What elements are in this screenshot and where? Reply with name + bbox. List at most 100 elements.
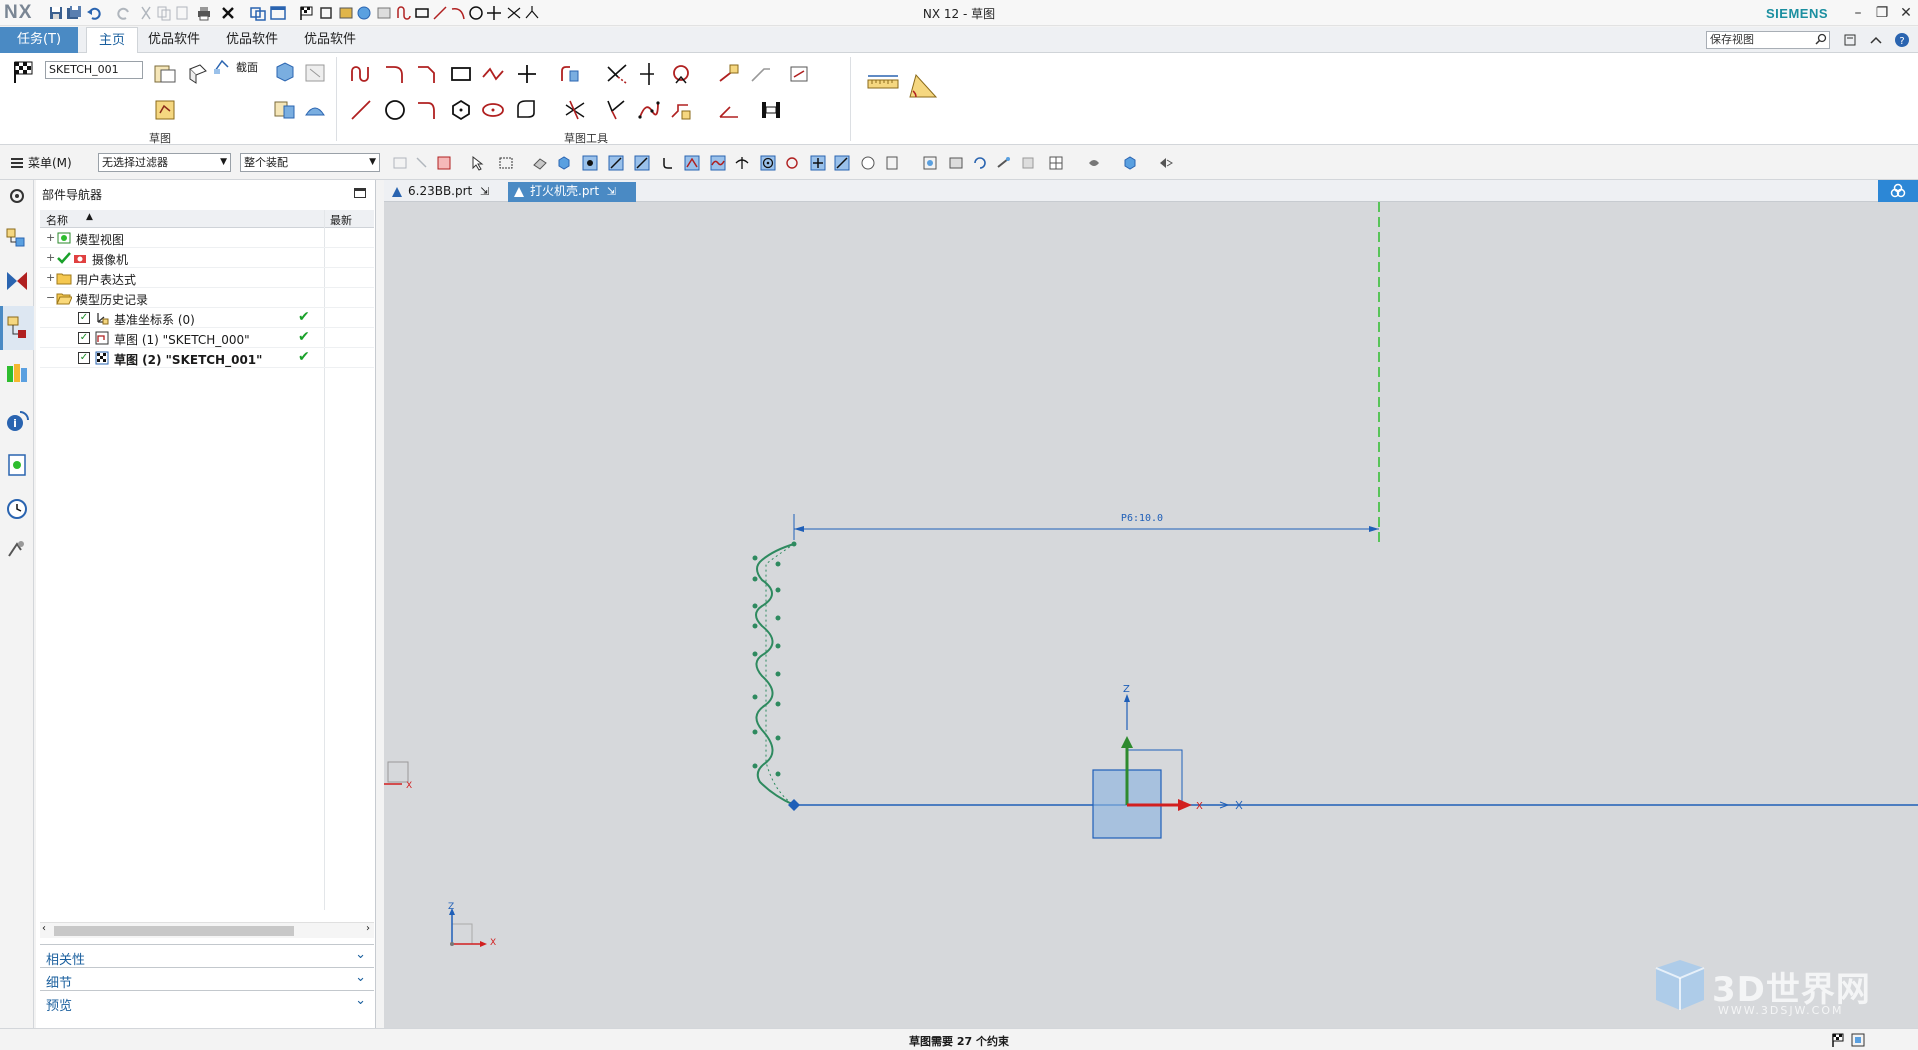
existing-point-icon[interactable] xyxy=(710,155,726,171)
expand-icon[interactable]: + xyxy=(46,231,55,244)
orient-to-sketch-icon[interactable] xyxy=(152,61,178,87)
point-constructor-icon[interactable] xyxy=(860,155,876,171)
saved-view-search-input[interactable]: 保存视图 xyxy=(1706,31,1830,49)
project-curve-icon[interactable] xyxy=(602,97,628,123)
web-browser-icon[interactable]: i xyxy=(4,408,30,434)
image-icon[interactable] xyxy=(376,5,392,21)
perspective-icon[interactable] xyxy=(1020,155,1036,171)
visibility-checkbox[interactable]: ✓ xyxy=(78,312,90,324)
snap-grid-icon[interactable] xyxy=(582,155,598,171)
trim-icon[interactable] xyxy=(506,5,522,21)
menu-icon[interactable] xyxy=(10,156,24,170)
sketch-name-select[interactable]: SKETCH_001 xyxy=(45,61,143,79)
orient-view-icon[interactable] xyxy=(1122,155,1138,171)
selection-filter-select[interactable]: 无选择过滤器 ▼ xyxy=(98,153,231,172)
polygon-icon[interactable] xyxy=(448,97,474,123)
update-icon[interactable] xyxy=(302,97,328,123)
conic-icon[interactable] xyxy=(514,97,540,123)
profile-icon[interactable] xyxy=(396,5,412,21)
sketch-status-flag-icon[interactable] xyxy=(1830,1032,1846,1048)
make-corner-icon[interactable] xyxy=(668,61,694,87)
tree-item-model-views[interactable]: + 模型视图 xyxy=(40,228,374,248)
save-icon[interactable] xyxy=(48,5,64,21)
sort-ascending-icon[interactable]: ▲ xyxy=(86,212,93,222)
assembly-navigator-icon[interactable] xyxy=(4,226,30,252)
part-navigator-icon[interactable] xyxy=(4,314,30,340)
dimension-label[interactable]: P6:10.0 xyxy=(1121,513,1163,524)
expand-icon[interactable]: + xyxy=(46,251,55,264)
delete-icon[interactable] xyxy=(220,5,236,21)
arc-center-icon[interactable] xyxy=(760,155,776,171)
rectangle-icon[interactable] xyxy=(414,5,430,21)
arc-icon[interactable] xyxy=(414,97,440,123)
selection-scope-select[interactable]: 整个装配 ▼ xyxy=(240,153,380,172)
sketch-spline-curve[interactable] xyxy=(755,543,795,806)
update-model-icon[interactable] xyxy=(272,59,298,85)
tab-home[interactable]: 主页 xyxy=(86,27,139,53)
tab-detach-icon[interactable]: ⇲ xyxy=(607,185,616,198)
point-icon[interactable] xyxy=(514,61,540,87)
reattach-icon[interactable] xyxy=(185,61,211,87)
extend-icon[interactable] xyxy=(524,5,540,21)
visibility-checkbox[interactable]: ✓ xyxy=(78,352,90,364)
help-icon[interactable]: ? xyxy=(1894,32,1910,48)
save-all-icon[interactable] xyxy=(66,5,82,21)
type-filter-icon[interactable] xyxy=(392,155,408,171)
rect-select-icon[interactable] xyxy=(498,155,514,171)
ribbon-options-icon[interactable] xyxy=(1842,32,1858,48)
auto-constrain-icon[interactable] xyxy=(716,97,742,123)
offset-curve-icon[interactable] xyxy=(556,61,582,87)
face-icon[interactable] xyxy=(532,155,548,171)
graphics-window[interactable]: P6:10.0 X Z Z X xyxy=(384,202,1918,1028)
settings-icon[interactable] xyxy=(7,186,27,206)
sketch-canvas[interactable]: P6:10.0 X Z Z X xyxy=(384,202,1918,1028)
studio-spline-icon[interactable] xyxy=(636,97,662,123)
minimize-button[interactable]: – xyxy=(1846,3,1870,23)
navigator-horizontal-scrollbar[interactable]: ‹ › xyxy=(40,922,374,938)
snap-options-icon[interactable] xyxy=(884,155,900,171)
shading-icon[interactable] xyxy=(1086,155,1102,171)
quadrant-point-icon[interactable] xyxy=(784,155,800,171)
rapid-dimension-icon[interactable] xyxy=(748,61,774,87)
arc-icon[interactable] xyxy=(450,5,466,21)
history-palette-icon[interactable] xyxy=(4,452,30,478)
derived-lines-icon[interactable] xyxy=(562,97,588,123)
section-label[interactable]: 截面 xyxy=(236,59,258,75)
tree-item-sketch-2[interactable]: ✓ 草图 (2) "SKETCH_001" ✔ xyxy=(40,348,374,368)
scroll-left-icon[interactable]: ‹ xyxy=(42,923,46,934)
search-icon[interactable] xyxy=(1815,33,1827,45)
measure-distance-icon[interactable] xyxy=(866,67,900,101)
copy-icon[interactable] xyxy=(156,5,172,21)
pattern-curve-icon[interactable] xyxy=(668,97,694,123)
line-icon[interactable] xyxy=(348,97,374,123)
orient-icon[interactable] xyxy=(318,5,334,21)
end-point-icon[interactable] xyxy=(608,155,624,171)
deselect-icon[interactable] xyxy=(414,155,430,171)
ellipse-icon[interactable] xyxy=(480,97,506,123)
polyline-icon[interactable] xyxy=(480,61,506,87)
maximize-icon[interactable] xyxy=(354,188,366,198)
animate-dimension-icon[interactable] xyxy=(786,61,812,87)
panel-preview[interactable]: 预览 ⌄ xyxy=(40,990,374,1014)
panel-details[interactable]: 细节 ⌄ xyxy=(40,967,374,991)
show-hide-icon[interactable] xyxy=(1158,155,1174,171)
finish-sketch-icon[interactable] xyxy=(10,59,36,85)
tree-item-cameras[interactable]: + 摄像机 xyxy=(40,248,374,268)
menu-button[interactable]: 菜单(M) xyxy=(28,154,72,171)
rotate-icon[interactable] xyxy=(972,155,988,171)
body-icon[interactable] xyxy=(556,155,572,171)
evaluate-icon[interactable] xyxy=(272,97,298,123)
tree-item-datum-csys[interactable]: ✓ 基准坐标系 (0) ✔ xyxy=(40,308,374,328)
line-icon[interactable] xyxy=(432,5,448,21)
point-icon[interactable] xyxy=(486,5,502,21)
reuse-library-icon[interactable] xyxy=(4,360,30,386)
update-model-icon[interactable] xyxy=(356,5,372,21)
visibility-checkbox[interactable]: ✓ xyxy=(78,332,90,344)
render-style-icon[interactable] xyxy=(1048,155,1064,171)
undo-icon[interactable] xyxy=(86,5,102,21)
measure-angle-icon[interactable] xyxy=(906,67,940,101)
sketch-params-icon[interactable] xyxy=(152,97,178,123)
point-on-face-icon[interactable] xyxy=(810,155,826,171)
fit-view-icon[interactable] xyxy=(922,155,938,171)
panel-dependencies[interactable]: 相关性 ⌄ xyxy=(40,944,374,968)
